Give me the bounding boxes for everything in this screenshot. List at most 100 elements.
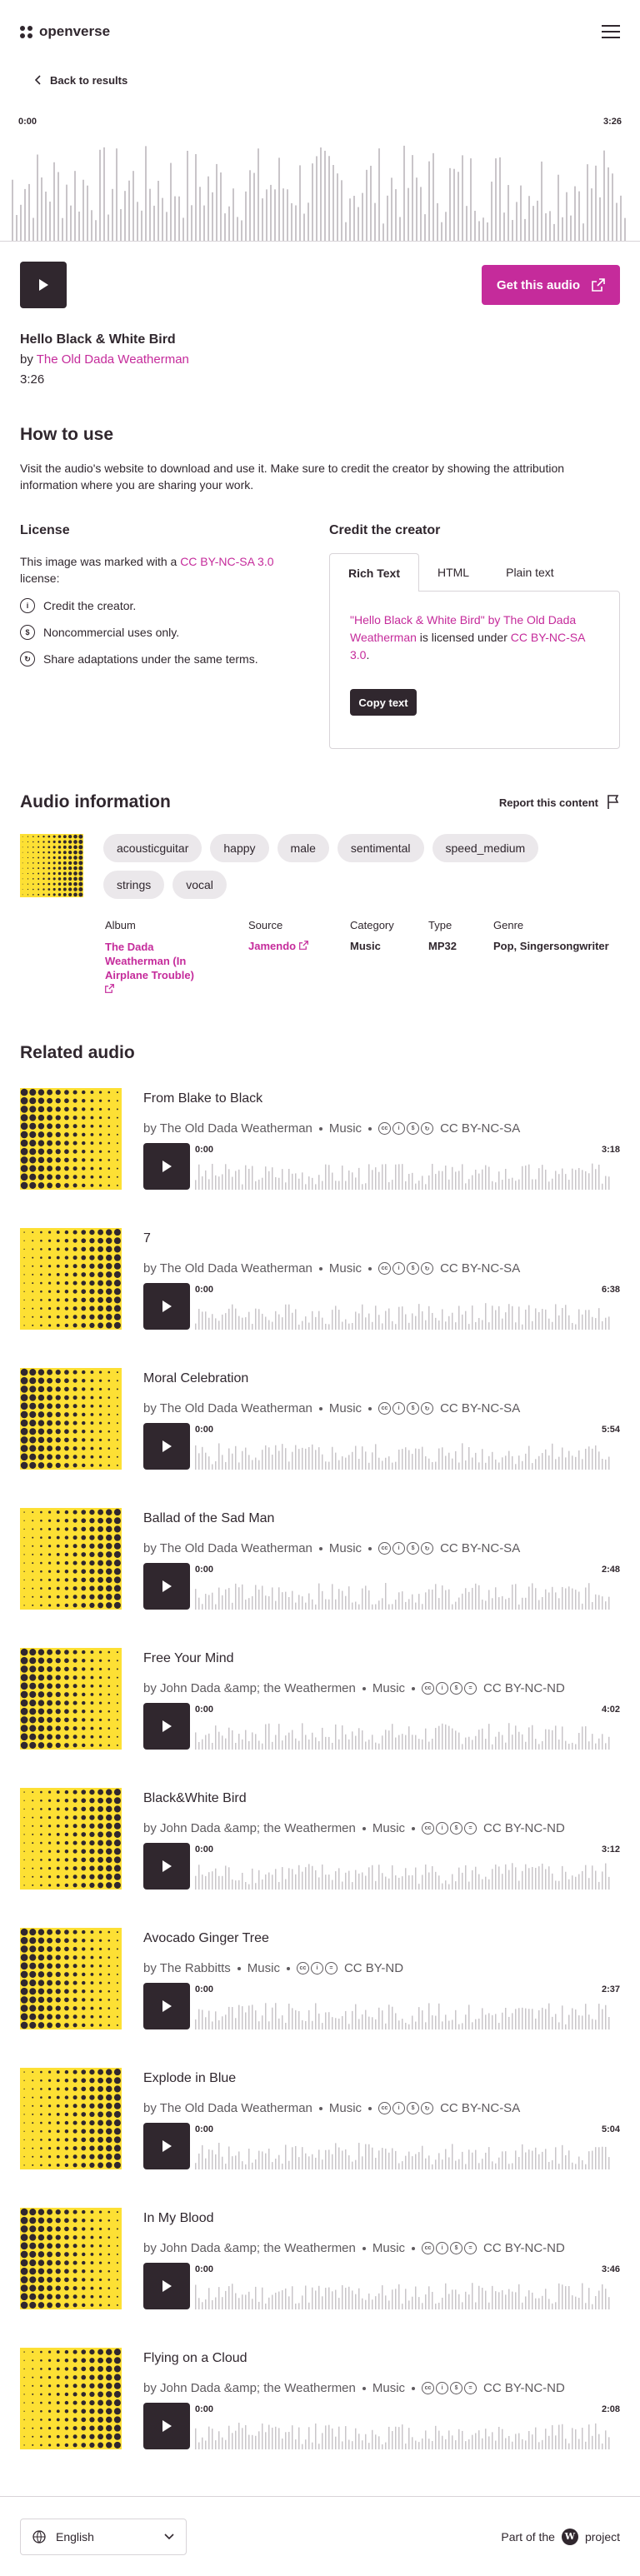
related-title[interactable]: From Blake to Black [143,1091,620,1106]
related-title[interactable]: Moral Celebration [143,1371,620,1386]
waveform-bar [495,2163,497,2169]
mini-waveform[interactable]: 0:00 5:54 [195,1423,620,1470]
waveform-bar [385,1164,387,1190]
waveform-bar [478,1462,480,1470]
waveform-bar [378,1600,380,1610]
back-to-results-link[interactable]: Back to results [0,63,640,97]
waveform-bar [402,2161,403,2169]
tag-chip[interactable]: male [277,834,329,862]
waveform-bar [565,2286,567,2309]
time-start: 0:00 [195,1984,214,1994]
waveform-bars [195,2143,610,2169]
tag-chip[interactable]: acousticguitar [103,834,202,862]
related-title[interactable]: Avocado Ginger Tree [143,1931,620,1946]
tab-plain-text[interactable]: Plain text [488,553,572,592]
play-button[interactable] [143,1423,190,1470]
openverse-logo[interactable]: openverse [20,23,110,40]
mini-waveform[interactable]: 0:00 3:12 [195,1843,620,1890]
waveform-bar [465,2441,467,2449]
waveform-bar [502,1318,503,1330]
related-audio-item[interactable]: 7 by The Old Dada Weatherman Music cc i $ ↻ CC … [20,1228,620,1330]
waveform-bar [392,1462,393,1470]
tag-chip[interactable]: sentimental [337,834,424,862]
language-select[interactable]: English [20,2518,187,2555]
creator-link[interactable]: The Old Dada Weatherman [37,352,189,367]
play-icon [162,1161,172,1172]
related-audio-item[interactable]: In My Blood by John Dada &amp; the Weathe… [20,2208,620,2309]
play-button[interactable] [143,1563,190,1610]
play-button[interactable] [143,1283,190,1330]
waveform-bar [265,2003,267,2029]
mini-waveform[interactable]: 0:00 6:38 [195,1283,620,1330]
mini-waveform[interactable]: 0:00 3:46 [195,2263,620,2309]
play-button[interactable] [143,2403,190,2449]
related-title[interactable]: Flying on a Cloud [143,2351,620,2366]
play-button[interactable] [143,1143,190,1190]
related-audio-item[interactable]: Free Your Mind by John Dada &amp; the Wea… [20,1648,620,1750]
album-link[interactable]: The Dada Weatherman (In Airplane Trouble… [105,941,194,981]
play-button[interactable] [143,1843,190,1890]
waveform-bar [578,1168,580,1190]
cc-nd-icon: = [464,2242,478,2254]
mini-waveform[interactable]: 0:00 4:02 [195,1703,620,1750]
play-button[interactable] [143,2263,190,2309]
mini-waveform[interactable]: 0:00 2:08 [195,2403,620,2449]
mini-waveform[interactable]: 0:00 5:04 [195,2123,620,2169]
related-title[interactable]: Ballad of the Sad Man [143,1511,620,1526]
waveform-bar [305,1735,307,1750]
tab-html[interactable]: HTML [419,553,488,592]
mini-waveform[interactable]: 0:00 2:37 [195,1983,620,2029]
related-title[interactable]: Explode in Blue [143,2071,620,2086]
tag-chip[interactable]: strings [103,871,165,899]
tag-chip[interactable]: speed_medium [432,834,539,862]
play-button[interactable] [143,1983,190,2029]
related-audio-list: From Blake to Black by The Old Dada Weath… [0,1088,640,2449]
waveform-bar [392,1604,393,1610]
copy-text-button[interactable]: Copy text [350,689,417,716]
tab-rich-text[interactable]: Rich Text [329,553,419,592]
mini-waveform[interactable]: 0:00 3:18 [195,1143,620,1190]
waveform-bar [372,1604,373,1610]
waveform-bar [508,1304,510,1330]
waveform-bar [308,1739,310,1750]
waveform[interactable] [12,132,628,241]
related-audio-item[interactable]: From Blake to Black by The Old Dada Weath… [20,1088,620,1190]
related-title[interactable]: Free Your Mind [143,1651,620,1666]
tag-chip[interactable]: vocal [172,871,227,899]
get-this-audio-button[interactable]: Get this audio [481,265,620,305]
waveform-bar [375,1880,377,1890]
related-audio-item[interactable]: Black&White Bird by John Dada &amp; the W… [20,1788,620,1890]
source-link[interactable]: Jamendo [248,940,296,952]
audio-waveform-player[interactable]: 0:00 3:26 [0,112,640,242]
play-button[interactable] [143,2123,190,2169]
related-title[interactable]: Black&White Bird [143,1791,620,1806]
waveform-bar [255,1734,257,1750]
time-start: 0:00 [195,2264,214,2274]
waveform-bar [212,1163,213,1190]
waveform-bar [292,1173,293,1190]
license-link[interactable]: CC BY-NC-SA 3.0 [180,555,273,568]
play-icon [162,2140,172,2152]
related-audio-item[interactable]: Avocado Ginger Tree by The Rabbitts Music c… [20,1928,620,2029]
related-audio-item[interactable]: Flying on a Cloud by John Dada &amp; the … [20,2348,620,2449]
play-button[interactable] [20,262,67,308]
waveform-bar [348,2286,350,2309]
waveform-bar [562,1168,563,1190]
mini-waveform[interactable]: 0:00 2:48 [195,1563,620,1610]
waveform-bar [255,2010,257,2029]
waveform-bar [137,202,138,241]
tag-chip[interactable]: happy [210,834,269,862]
waveform-bar [588,2288,590,2309]
waveform-bar [292,2147,293,2169]
wordpress-credit[interactable]: Part of the W project [501,2528,620,2545]
work-link[interactable]: Hello Black & White Bird [354,613,481,627]
waveform-bar [265,1316,267,1330]
related-audio-item[interactable]: Ballad of the Sad Man by The Old Dada Wea… [20,1508,620,1610]
report-content-button[interactable]: Report this content [499,795,620,810]
related-audio-item[interactable]: Explode in Blue by The Old Dada Weatherma… [20,2068,620,2169]
related-audio-item[interactable]: Moral Celebration by The Old Dada Weather… [20,1368,620,1470]
related-title[interactable]: In My Blood [143,2211,620,2226]
play-button[interactable] [143,1703,190,1750]
related-title[interactable]: 7 [143,1231,620,1246]
hamburger-icon[interactable] [602,25,620,38]
